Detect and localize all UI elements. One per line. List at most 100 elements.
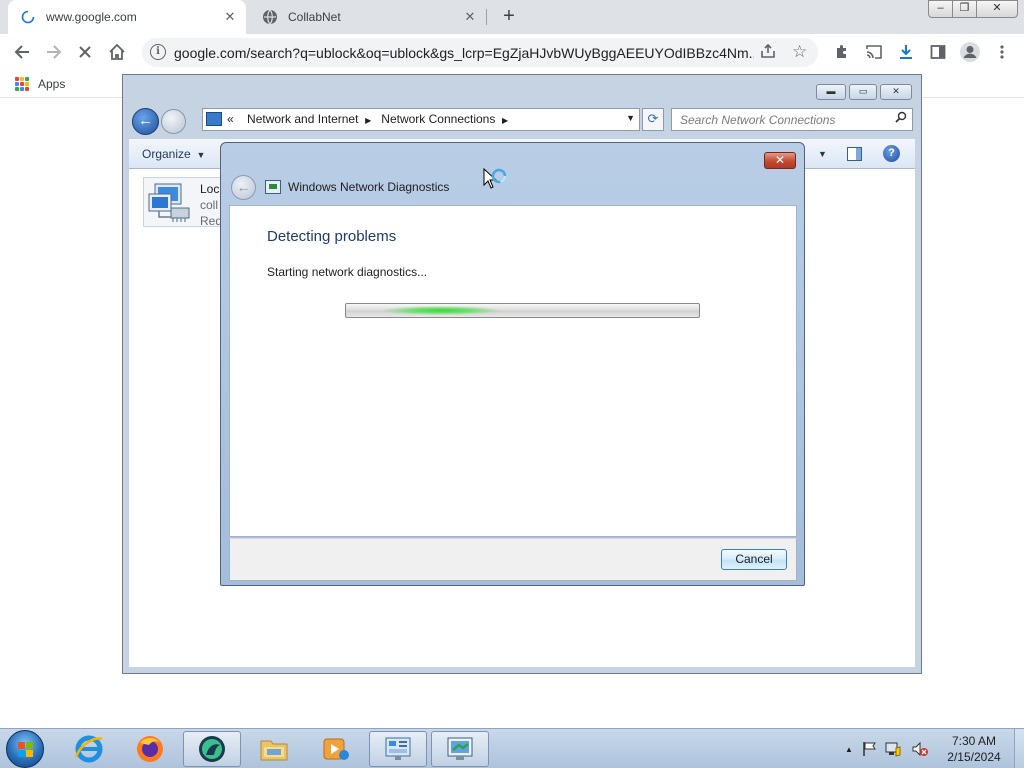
action-center-flag-icon[interactable] xyxy=(861,741,877,757)
network-adapter-icon xyxy=(148,183,190,222)
browser-toolbar: i google.com/search?q=ublock&oq=ublock&g… xyxy=(0,34,1024,70)
taskbar-control-panel[interactable] xyxy=(369,731,427,767)
stop-icon[interactable] xyxy=(72,39,98,65)
taskbar-media-player[interactable] xyxy=(306,731,364,767)
address-bar[interactable]: i google.com/search?q=ublock&oq=ublock&g… xyxy=(142,38,818,67)
explorer-search-input[interactable]: Search Network Connections xyxy=(671,108,913,131)
browser-tabstrip: www.google.com ✕ CollabNet ✕ + ‒ ❐ ✕ xyxy=(0,0,1024,34)
address-history-dropdown-icon[interactable]: ▼ xyxy=(626,113,635,123)
busy-cursor-icon xyxy=(483,168,507,189)
refresh-button[interactable]: ⟳ xyxy=(642,108,664,131)
site-info-icon[interactable]: i xyxy=(150,44,166,60)
tab-title: CollabNet xyxy=(288,10,341,24)
network-warning-icon[interactable] xyxy=(885,741,903,757)
clock-date: 2/15/2024 xyxy=(947,750,1001,764)
diagnostics-progress-bar xyxy=(345,303,700,318)
search-icon[interactable] xyxy=(895,111,907,126)
breadcrumb-network-connections[interactable]: Network Connections xyxy=(381,112,495,126)
view-options-dropdown-icon[interactable]: ▼ xyxy=(818,149,827,159)
share-icon[interactable] xyxy=(760,43,776,63)
control-panel-icon xyxy=(385,737,411,760)
dialog-back-button[interactable]: ← xyxy=(231,175,256,200)
firefox-icon xyxy=(137,736,163,762)
chevron-down-icon: ▼ xyxy=(194,150,206,160)
windows-logo-icon xyxy=(18,742,34,758)
start-button[interactable] xyxy=(6,730,44,768)
forward-arrow-icon[interactable] xyxy=(41,39,67,65)
chevron-right-icon[interactable]: ▶ xyxy=(365,116,371,125)
help-icon[interactable]: ? xyxy=(883,145,900,162)
connection-name: Loc xyxy=(200,182,220,196)
preview-pane-icon[interactable] xyxy=(847,147,862,161)
organize-label: Organize xyxy=(142,147,191,161)
profile-icon[interactable] xyxy=(957,39,983,65)
cancel-button[interactable]: Cancel xyxy=(721,549,787,570)
explorer-address-bar[interactable]: « Network and Internet ▶ Network Connect… xyxy=(202,108,640,131)
tab-collabnet[interactable]: CollabNet ✕ xyxy=(250,0,486,34)
media-player-icon xyxy=(323,738,349,760)
folder-icon xyxy=(260,740,288,761)
system-tray: ▲ xyxy=(845,739,929,759)
taskbar-clock[interactable]: 7:30 AM 2/15/2024 xyxy=(936,733,1012,765)
window-close-button[interactable]: ✕ xyxy=(976,0,1018,18)
taskbar-app-circle[interactable] xyxy=(183,731,241,767)
network-diagnostics-dialog: ✕ ← Windows Network Diagnostics Detectin… xyxy=(220,142,805,586)
app-circle-icon xyxy=(199,736,225,762)
internet-explorer-icon xyxy=(74,735,103,763)
explorer-minimize-button[interactable]: ▬ xyxy=(816,84,846,100)
network-folder-icon xyxy=(206,112,222,126)
breadcrumb-network-and-internet[interactable]: Network and Internet xyxy=(247,112,358,126)
apps-grid-icon[interactable] xyxy=(15,77,29,91)
cast-icon[interactable] xyxy=(861,39,887,65)
chevron-right-icon[interactable]: ▶ xyxy=(502,116,508,125)
progress-marquee xyxy=(381,306,501,315)
tray-expand-icon[interactable]: ▲ xyxy=(845,745,853,754)
globe-icon xyxy=(262,9,278,25)
home-icon[interactable] xyxy=(104,39,130,65)
window-restore-button[interactable]: ❐ xyxy=(952,0,977,18)
download-icon[interactable] xyxy=(893,39,919,65)
dialog-status-text: Starting network diagnostics... xyxy=(267,265,428,279)
tab-divider xyxy=(486,9,487,25)
network-diagnostics-icon xyxy=(265,180,281,194)
explorer-back-button[interactable]: ← xyxy=(132,108,159,135)
local-area-connection-item[interactable]: Loc coll Red xyxy=(143,177,223,228)
clock-time: 7:30 AM xyxy=(951,734,997,748)
taskbar: ▲ 7:30 AM 2/15/2024 xyxy=(0,728,1024,768)
dialog-title: Windows Network Diagnostics xyxy=(288,180,450,194)
tab-close-icon[interactable]: ✕ xyxy=(222,9,238,25)
search-placeholder: Search Network Connections xyxy=(680,113,836,127)
connection-adapter: Red xyxy=(200,214,223,228)
show-desktop-button[interactable] xyxy=(1014,729,1024,768)
side-panel-icon[interactable] xyxy=(925,39,951,65)
loading-spinner-icon xyxy=(20,9,36,25)
tab-google[interactable]: www.google.com ✕ xyxy=(8,0,246,34)
taskbar-network-diagnostics[interactable] xyxy=(431,731,489,767)
dialog-heading: Detecting problems xyxy=(267,228,397,245)
extensions-icon[interactable] xyxy=(829,39,855,65)
back-arrow-icon[interactable] xyxy=(9,39,35,65)
breadcrumb: « Network and Internet ▶ Network Connect… xyxy=(227,112,508,126)
apps-shortcut[interactable]: Apps xyxy=(38,77,65,91)
taskbar-file-explorer[interactable] xyxy=(245,731,303,767)
address-url[interactable]: google.com/search?q=ublock&oq=ublock&gs_… xyxy=(174,45,754,61)
taskbar-firefox[interactable] xyxy=(121,731,179,767)
star-icon[interactable]: ☆ xyxy=(792,42,807,62)
organize-menu[interactable]: Organize ▼ xyxy=(142,147,205,161)
new-tab-button[interactable]: + xyxy=(498,6,520,28)
network-diagnostics-icon xyxy=(447,737,473,760)
tab-close-icon[interactable]: ✕ xyxy=(462,9,478,25)
breadcrumb-overflow[interactable]: « xyxy=(227,112,234,126)
dialog-body: Detecting problems Starting network diag… xyxy=(229,205,797,537)
explorer-forward-button[interactable] xyxy=(161,109,186,134)
dialog-close-button[interactable]: ✕ xyxy=(764,152,796,169)
explorer-maximize-button[interactable]: ▭ xyxy=(849,84,877,100)
window-minimize-button[interactable]: ‒ xyxy=(928,0,953,18)
volume-muted-icon[interactable] xyxy=(911,741,929,757)
tab-title: www.google.com xyxy=(46,10,137,24)
connection-network: coll xyxy=(200,198,219,212)
explorer-close-button[interactable]: ✕ xyxy=(880,84,912,100)
more-menu-icon[interactable] xyxy=(989,39,1015,65)
dialog-footer: Cancel xyxy=(229,538,797,581)
taskbar-internet-explorer[interactable] xyxy=(60,731,118,767)
